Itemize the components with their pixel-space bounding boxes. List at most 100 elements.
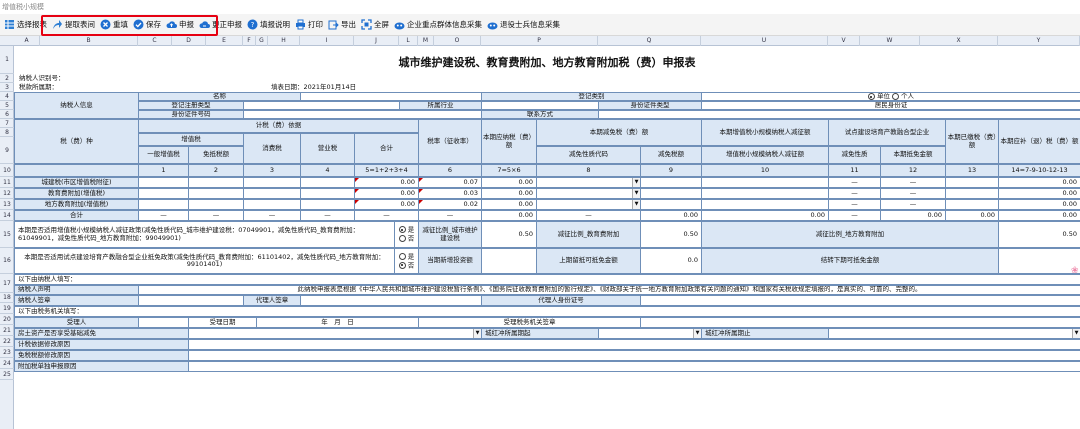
column-header-cell[interactable]: Y (998, 36, 1080, 46)
column-header-cell[interactable]: A (14, 36, 40, 46)
row-header-cell[interactable]: 1 (0, 46, 14, 74)
dropdown-arrow-icon[interactable]: ▼ (632, 200, 640, 209)
column-header-cell[interactable]: D (172, 36, 206, 46)
id-type-value[interactable]: 居民身份证 (701, 101, 1080, 110)
dropdown-arrow-icon[interactable]: ▼ (632, 178, 640, 187)
row-header-cell[interactable]: 13 (0, 199, 14, 210)
reg-category-options[interactable]: 单位 个人 (701, 92, 1080, 101)
pilot-policy-radios[interactable]: 是否 (394, 248, 419, 274)
row-header-cell[interactable]: 17 (0, 274, 14, 293)
toolbar-button-1[interactable]: 选择报表 (2, 16, 49, 34)
row-header-cell[interactable]: 6 (0, 110, 14, 119)
column-header-cell[interactable]: U (701, 36, 828, 46)
toolbar-button-12[interactable]: 退役士兵信息采集 (485, 16, 562, 34)
row-header-cell[interactable]: 2 (0, 74, 14, 83)
small-vat-policy-radios[interactable]: 是否 (394, 221, 419, 248)
toolbar-button-11[interactable]: 企业重点群体信息采集 (392, 16, 484, 34)
prepaid-input[interactable] (945, 199, 999, 210)
row-header-cell[interactable]: 5 (0, 101, 14, 110)
basis-input[interactable] (243, 177, 301, 188)
dropdown-arrow-icon[interactable]: ▼ (693, 329, 701, 338)
basis-input[interactable] (243, 188, 301, 199)
row-header-cell[interactable]: 14 (0, 210, 14, 221)
row-header-cell[interactable]: 10 (0, 164, 14, 177)
agent-seal-value[interactable] (300, 295, 482, 306)
person-radio[interactable] (892, 93, 900, 100)
basis-input[interactable] (188, 177, 244, 188)
row-header-cell[interactable]: 3 (0, 83, 14, 92)
column-header-cell[interactable]: I (300, 36, 354, 46)
basis-input[interactable] (243, 199, 301, 210)
prepaid-input[interactable] (945, 188, 999, 199)
offset-end-select[interactable]: ▼ (828, 328, 1080, 339)
house-relief-select[interactable]: ▼ (188, 328, 482, 339)
row-header-cell[interactable]: 7 (0, 119, 14, 128)
row-header-cell[interactable]: 21 (0, 325, 14, 336)
toolbar-button-10[interactable]: 全屏 (359, 16, 391, 34)
row-header-cell[interactable]: 4 (0, 92, 14, 101)
row-header-cell[interactable]: 12 (0, 188, 14, 199)
reg-type-value[interactable] (243, 101, 400, 110)
no-radio[interactable] (398, 235, 406, 242)
relief-amount-input[interactable] (640, 199, 702, 210)
exempt-change-reason-input[interactable] (188, 350, 1080, 361)
relief-code-select[interactable]: ▼ (536, 199, 641, 210)
agent-id-value[interactable] (640, 295, 1080, 306)
toolbar-button-6[interactable]: 更正申报 (197, 16, 244, 34)
toolbar-button-3[interactable]: 重填 (98, 16, 130, 34)
column-header-cell[interactable]: Q (598, 36, 701, 46)
column-header-cell[interactable]: G (256, 36, 268, 46)
basis-input[interactable] (300, 188, 355, 199)
column-header-cell[interactable]: H (268, 36, 300, 46)
column-header-cell[interactable]: F (243, 36, 256, 46)
yes-radio[interactable] (398, 226, 406, 234)
column-header-cell[interactable]: C (138, 36, 172, 46)
prepaid-input[interactable] (945, 177, 999, 188)
toolbar-button-2[interactable]: 提取表间 (50, 16, 97, 34)
basis-change-reason-input[interactable] (188, 339, 1080, 350)
basis-input[interactable] (188, 199, 244, 210)
toolbar-button-5[interactable]: 申报 (164, 16, 196, 34)
column-header-cell[interactable]: O (434, 36, 481, 46)
basis-input[interactable] (138, 177, 189, 188)
unit-radio[interactable] (867, 93, 875, 100)
relief-code-select[interactable]: ▼ (536, 177, 641, 188)
toolbar-button-8[interactable]: 打印 (293, 16, 325, 34)
relief-code-select[interactable]: ▼ (536, 188, 641, 199)
relief-amount-input[interactable] (640, 188, 702, 199)
new-investment-value[interactable] (481, 248, 537, 274)
row-header-cell[interactable]: 15 (0, 221, 14, 248)
row-header-cell[interactable]: 23 (0, 347, 14, 358)
column-header-cell[interactable]: L (399, 36, 418, 46)
separate-filing-reason-input[interactable] (188, 361, 1080, 372)
basis-input[interactable] (300, 199, 355, 210)
yes-radio[interactable] (398, 252, 406, 260)
basis-input[interactable] (188, 188, 244, 199)
basis-input[interactable] (138, 188, 189, 199)
column-header-cell[interactable]: M (418, 36, 434, 46)
row-header-cell[interactable]: 16 (0, 248, 14, 274)
column-header-cell[interactable]: V (828, 36, 860, 46)
basis-input[interactable] (138, 199, 189, 210)
no-radio[interactable] (398, 261, 406, 269)
row-header-cell[interactable]: 25 (0, 369, 14, 380)
row-header-cell[interactable]: 24 (0, 358, 14, 369)
dropdown-arrow-icon[interactable]: ▼ (632, 189, 640, 198)
dropdown-arrow-icon[interactable]: ▼ (1072, 329, 1080, 338)
toolbar-button-7[interactable]: ? 填报说明 (245, 16, 292, 34)
column-header-cell[interactable]: B (40, 36, 138, 46)
basis-input[interactable] (300, 177, 355, 188)
column-header-cell[interactable]: E (206, 36, 243, 46)
column-header-cell[interactable]: W (860, 36, 920, 46)
relief-amount-input[interactable] (640, 177, 702, 188)
column-header-cell[interactable]: P (481, 36, 598, 46)
row-header-cell[interactable]: 19 (0, 303, 14, 314)
column-header-cell[interactable]: X (920, 36, 998, 46)
industry-value[interactable] (481, 101, 599, 110)
column-header-cell[interactable]: J (354, 36, 399, 46)
toolbar-button-4[interactable]: 保存 (131, 16, 163, 34)
dropdown-arrow-icon[interactable]: ▼ (473, 329, 481, 338)
row-header-cell[interactable]: 9 (0, 137, 14, 164)
row-header-cell[interactable]: 11 (0, 177, 14, 188)
row-header-cell[interactable]: 22 (0, 336, 14, 347)
